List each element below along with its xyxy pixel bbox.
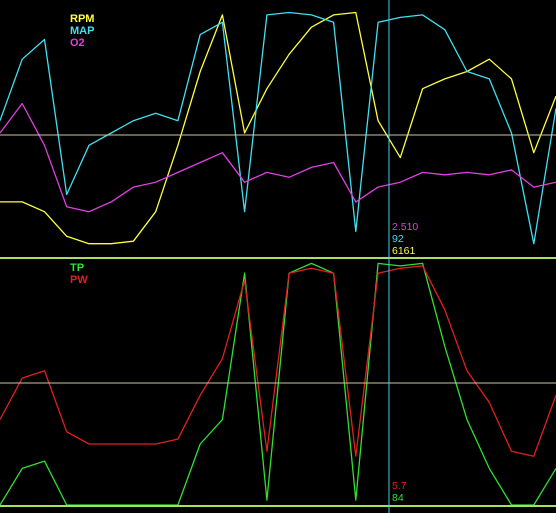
legend-o2: O2 bbox=[70, 37, 85, 49]
legend-pw: PW bbox=[70, 274, 88, 286]
readout-tp: 84 bbox=[392, 492, 404, 504]
readout-map: 92 bbox=[392, 233, 404, 245]
readout-rpm: 6161 bbox=[392, 245, 416, 257]
legend-tp: TP bbox=[70, 262, 84, 274]
legend-rpm: RPM bbox=[70, 13, 94, 25]
readout-o2: 2.510 bbox=[392, 221, 418, 233]
legend-map: MAP bbox=[70, 25, 94, 37]
datalog-chart: RPM MAP O2 TP PW 2.510 92 6161 5.7 84 bbox=[0, 0, 556, 513]
readout-pw: 5.7 bbox=[392, 480, 407, 492]
chart-background bbox=[0, 0, 556, 513]
